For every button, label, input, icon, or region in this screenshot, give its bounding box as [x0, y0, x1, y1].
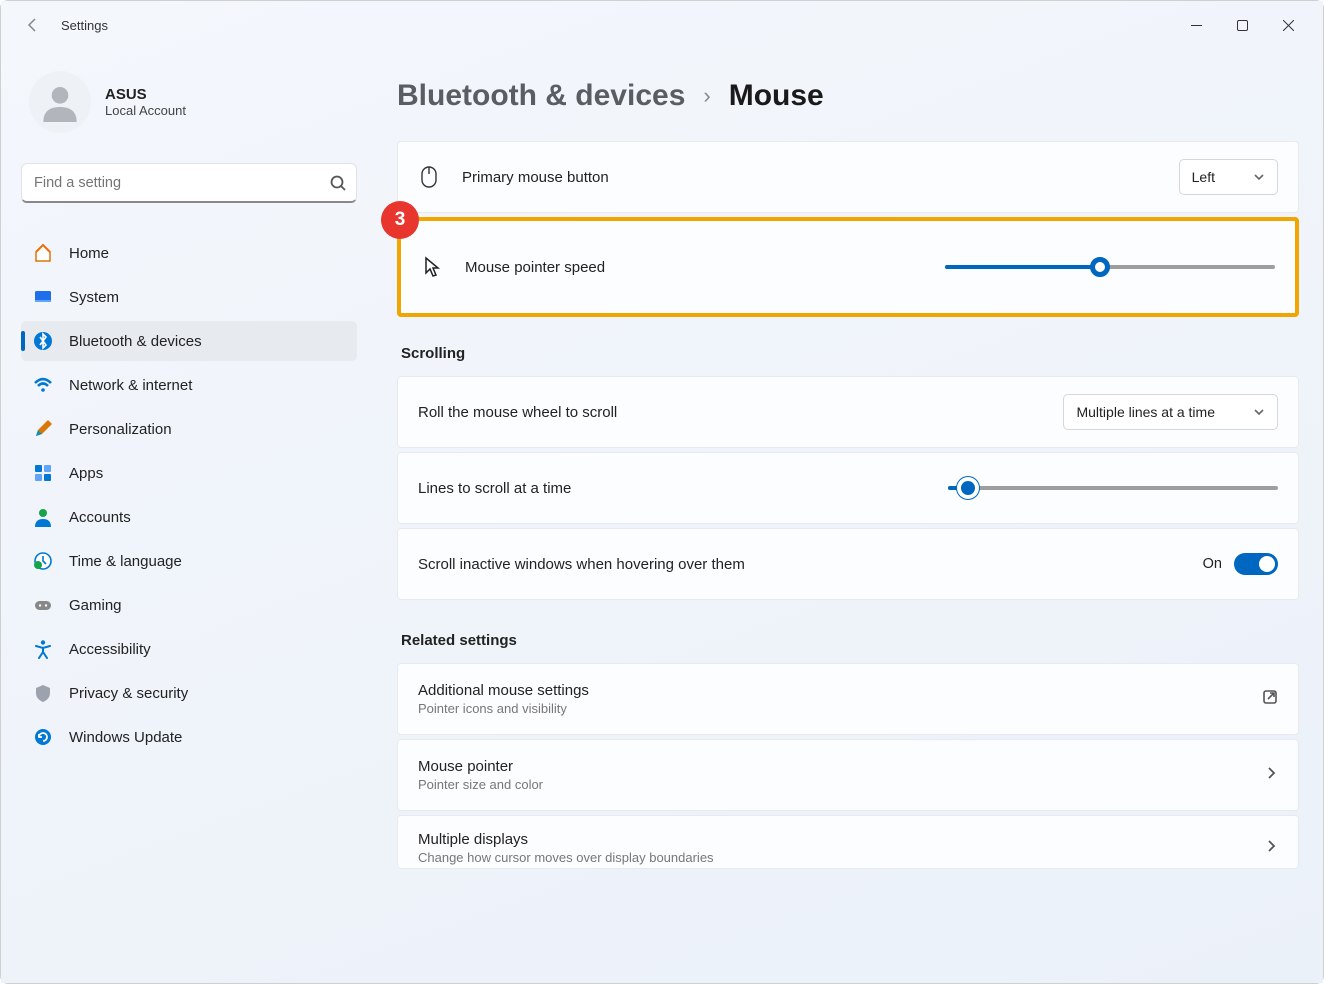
scrolling-heading: Scrolling [397, 317, 1299, 376]
wheel-scroll-row[interactable]: Roll the mouse wheel to scroll Multiple … [397, 376, 1299, 448]
titlebar: Settings [1, 1, 1323, 49]
nav-apps[interactable]: Apps [21, 453, 357, 493]
apps-icon [33, 463, 53, 483]
home-icon [33, 243, 53, 263]
system-icon [33, 287, 53, 307]
back-button[interactable] [13, 5, 53, 45]
lines-scroll-row: Lines to scroll at a time [397, 452, 1299, 524]
step-badge: 3 [381, 201, 419, 239]
inactive-scroll-toggle[interactable] [1234, 553, 1278, 575]
related-heading: Related settings [397, 604, 1299, 663]
sidebar: ASUS Local Account Home System Bluetooth… [1, 49, 373, 983]
gamepad-icon [33, 595, 53, 615]
chevron-right-icon [1264, 839, 1278, 858]
mouse-pointer-row[interactable]: Mouse pointer Pointer size and color [397, 739, 1299, 811]
breadcrumb: Bluetooth & devices › Mouse [397, 49, 1299, 141]
annotation-highlight: 3 Mouse pointer speed [397, 217, 1299, 317]
bluetooth-icon [33, 331, 53, 351]
nav-accessibility[interactable]: Accessibility [21, 629, 357, 669]
wheel-scroll-dropdown[interactable]: Multiple lines at a time [1063, 394, 1278, 430]
avatar [29, 71, 91, 133]
cursor-icon [421, 256, 443, 278]
external-link-icon [1262, 689, 1278, 710]
maximize-button[interactable] [1219, 9, 1265, 41]
toggle-state-label: On [1203, 556, 1222, 572]
primary-button-row: Primary mouse button Left [397, 141, 1299, 213]
nav-personalization[interactable]: Personalization [21, 409, 357, 449]
profile-card[interactable]: ASUS Local Account [21, 49, 357, 163]
mouse-icon [418, 166, 440, 188]
profile-subtitle: Local Account [105, 103, 186, 118]
nav-accounts[interactable]: Accounts [21, 497, 357, 537]
nav-bluetooth[interactable]: Bluetooth & devices [21, 321, 357, 361]
additional-settings-row[interactable]: Additional mouse settings Pointer icons … [397, 663, 1299, 735]
minimize-button[interactable] [1173, 9, 1219, 41]
nav-gaming[interactable]: Gaming [21, 585, 357, 625]
search-box[interactable] [21, 163, 357, 203]
shield-icon [33, 683, 53, 703]
pointer-speed-slider[interactable] [945, 265, 1275, 269]
inactive-scroll-row: Scroll inactive windows when hovering ov… [397, 528, 1299, 600]
nav-time-language[interactable]: Time & language [21, 541, 357, 581]
multiple-displays-row[interactable]: Multiple displays Change how cursor move… [397, 815, 1299, 869]
nav-system[interactable]: System [21, 277, 357, 317]
paintbrush-icon [33, 419, 53, 439]
clock-globe-icon [33, 551, 53, 571]
search-input[interactable] [34, 175, 330, 191]
chevron-down-icon [1253, 171, 1265, 183]
chevron-down-icon [1253, 406, 1265, 418]
profile-name: ASUS [105, 86, 186, 103]
nav-windows-update[interactable]: Windows Update [21, 717, 357, 757]
app-title: Settings [61, 18, 108, 33]
search-icon [330, 175, 346, 191]
wifi-icon [33, 375, 53, 395]
close-button[interactable] [1265, 9, 1311, 41]
accounts-icon [33, 507, 53, 527]
breadcrumb-parent[interactable]: Bluetooth & devices [397, 79, 685, 113]
nav-home[interactable]: Home [21, 233, 357, 273]
lines-scroll-slider[interactable] [948, 486, 1278, 490]
primary-button-dropdown[interactable]: Left [1179, 159, 1278, 195]
nav-privacy[interactable]: Privacy & security [21, 673, 357, 713]
chevron-right-icon: › [703, 83, 710, 109]
content-pane: Bluetooth & devices › Mouse Primary mous… [373, 49, 1323, 983]
breadcrumb-current: Mouse [729, 79, 824, 113]
nav-list: Home System Bluetooth & devices Network … [21, 233, 357, 757]
nav-network[interactable]: Network & internet [21, 365, 357, 405]
chevron-right-icon [1264, 766, 1278, 785]
accessibility-icon [33, 639, 53, 659]
update-icon [33, 727, 53, 747]
